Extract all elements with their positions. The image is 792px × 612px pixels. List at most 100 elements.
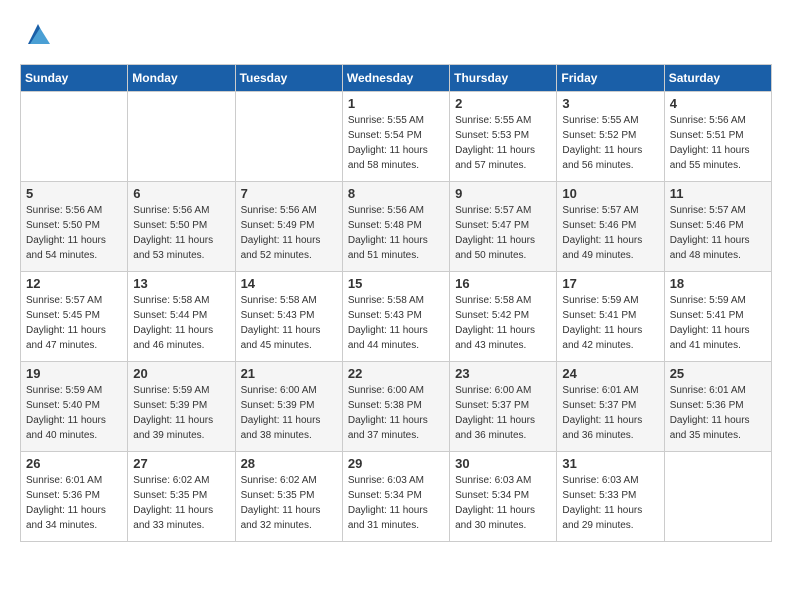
day-number: 3 [562,96,658,111]
day-number: 15 [348,276,444,291]
day-info: Sunrise: 5:59 AM Sunset: 5:41 PM Dayligh… [670,293,766,353]
day-number: 20 [133,366,229,381]
day-number: 26 [26,456,122,471]
header-thursday: Thursday [450,65,557,92]
calendar-cell: 27 Sunrise: 6:02 AM Sunset: 5:35 PM Dayli… [128,452,235,542]
day-info: Sunrise: 5:59 AM Sunset: 5:39 PM Dayligh… [133,383,229,443]
day-info: Sunrise: 6:00 AM Sunset: 5:39 PM Dayligh… [241,383,337,443]
day-number: 6 [133,186,229,201]
day-number: 21 [241,366,337,381]
day-number: 23 [455,366,551,381]
day-number: 7 [241,186,337,201]
day-number: 24 [562,366,658,381]
day-info: Sunrise: 6:03 AM Sunset: 5:33 PM Dayligh… [562,473,658,533]
calendar-cell: 24Sunrise: 6:01 AM Sunset: 5:37 PM Dayli… [557,362,664,452]
calendar-cell: 18 Sunrise: 5:59 AM Sunset: 5:41 PM Dayli… [664,272,771,362]
day-info: Sunrise: 5:55 AM Sunset: 5:53 PM Dayligh… [455,113,551,173]
day-number: 10 [562,186,658,201]
day-number: 13 [133,276,229,291]
header-saturday: Saturday [664,65,771,92]
calendar-header-row: SundayMondayTuesdayWednesdayThursdayFrid… [21,65,772,92]
day-number: 29 [348,456,444,471]
calendar-week-3: 19 Sunrise: 5:59 AM Sunset: 5:40 PM Dayli… [21,362,772,452]
calendar-cell: 3 Sunrise: 5:55 AM Sunset: 5:52 PM Daylig… [557,92,664,182]
day-info: Sunrise: 5:55 AM Sunset: 5:52 PM Dayligh… [562,113,658,173]
day-number: 9 [455,186,551,201]
calendar-cell: 19 Sunrise: 5:59 AM Sunset: 5:40 PM Dayli… [21,362,128,452]
calendar-cell: 29 Sunrise: 6:03 AM Sunset: 5:34 PM Dayli… [342,452,449,542]
day-info: Sunrise: 5:56 AM Sunset: 5:49 PM Dayligh… [241,203,337,263]
calendar-cell: 23 Sunrise: 6:00 AM Sunset: 5:37 PM Dayli… [450,362,557,452]
calendar-week-1: 5 Sunrise: 5:56 AM Sunset: 5:50 PM Daylig… [21,182,772,272]
calendar-cell: 14 Sunrise: 5:58 AM Sunset: 5:43 PM Dayli… [235,272,342,362]
day-number: 19 [26,366,122,381]
day-number: 31 [562,456,658,471]
calendar-cell: 25 Sunrise: 6:01 AM Sunset: 5:36 PM Dayli… [664,362,771,452]
day-number: 16 [455,276,551,291]
calendar-cell: 20 Sunrise: 5:59 AM Sunset: 5:39 PM Dayli… [128,362,235,452]
day-number: 14 [241,276,337,291]
day-info: Sunrise: 5:57 AM Sunset: 5:45 PM Dayligh… [26,293,122,353]
calendar-cell: 10 Sunrise: 5:57 AM Sunset: 5:46 PM Dayli… [557,182,664,272]
day-info: Sunrise: 6:01 AM Sunset: 5:36 PM Dayligh… [670,383,766,443]
day-info: Sunrise: 6:00 AM Sunset: 5:38 PM Dayligh… [348,383,444,443]
header-wednesday: Wednesday [342,65,449,92]
calendar-cell: 31 Sunrise: 6:03 AM Sunset: 5:33 PM Dayli… [557,452,664,542]
calendar-cell: 16 Sunrise: 5:58 AM Sunset: 5:42 PM Dayli… [450,272,557,362]
calendar-cell: 21 Sunrise: 6:00 AM Sunset: 5:39 PM Dayli… [235,362,342,452]
calendar-week-2: 12Sunrise: 5:57 AM Sunset: 5:45 PM Dayli… [21,272,772,362]
day-info: Sunrise: 6:03 AM Sunset: 5:34 PM Dayligh… [348,473,444,533]
calendar-cell: 9 Sunrise: 5:57 AM Sunset: 5:47 PM Daylig… [450,182,557,272]
calendar-cell: 12Sunrise: 5:57 AM Sunset: 5:45 PM Dayli… [21,272,128,362]
day-number: 30 [455,456,551,471]
day-info: Sunrise: 6:01 AM Sunset: 5:36 PM Dayligh… [26,473,122,533]
day-number: 22 [348,366,444,381]
day-info: Sunrise: 5:58 AM Sunset: 5:44 PM Dayligh… [133,293,229,353]
calendar-table: SundayMondayTuesdayWednesdayThursdayFrid… [20,64,772,542]
day-info: Sunrise: 5:56 AM Sunset: 5:50 PM Dayligh… [26,203,122,263]
day-info: Sunrise: 5:56 AM Sunset: 5:50 PM Dayligh… [133,203,229,263]
day-info: Sunrise: 5:58 AM Sunset: 5:43 PM Dayligh… [241,293,337,353]
day-number: 5 [26,186,122,201]
day-info: Sunrise: 5:55 AM Sunset: 5:54 PM Dayligh… [348,113,444,173]
calendar-cell: 5 Sunrise: 5:56 AM Sunset: 5:50 PM Daylig… [21,182,128,272]
day-number: 18 [670,276,766,291]
calendar-cell: 11 Sunrise: 5:57 AM Sunset: 5:46 PM Dayli… [664,182,771,272]
day-info: Sunrise: 6:00 AM Sunset: 5:37 PM Dayligh… [455,383,551,443]
calendar-week-0: 1 Sunrise: 5:55 AM Sunset: 5:54 PM Daylig… [21,92,772,182]
header-tuesday: Tuesday [235,65,342,92]
day-number: 8 [348,186,444,201]
day-info: Sunrise: 6:03 AM Sunset: 5:34 PM Dayligh… [455,473,551,533]
day-info: Sunrise: 6:02 AM Sunset: 5:35 PM Dayligh… [133,473,229,533]
day-number: 1 [348,96,444,111]
day-info: Sunrise: 5:57 AM Sunset: 5:46 PM Dayligh… [670,203,766,263]
calendar-cell [128,92,235,182]
day-number: 25 [670,366,766,381]
calendar-cell: 26 Sunrise: 6:01 AM Sunset: 5:36 PM Dayli… [21,452,128,542]
day-number: 27 [133,456,229,471]
day-info: Sunrise: 5:59 AM Sunset: 5:41 PM Dayligh… [562,293,658,353]
day-info: Sunrise: 5:58 AM Sunset: 5:43 PM Dayligh… [348,293,444,353]
day-info: Sunrise: 5:57 AM Sunset: 5:46 PM Dayligh… [562,203,658,263]
calendar-cell: 7 Sunrise: 5:56 AM Sunset: 5:49 PM Daylig… [235,182,342,272]
calendar-cell [21,92,128,182]
day-info: Sunrise: 5:56 AM Sunset: 5:48 PM Dayligh… [348,203,444,263]
calendar-week-4: 26 Sunrise: 6:01 AM Sunset: 5:36 PM Dayli… [21,452,772,542]
logo [20,20,52,48]
logo-icon [24,20,52,48]
day-info: Sunrise: 6:02 AM Sunset: 5:35 PM Dayligh… [241,473,337,533]
calendar-cell: 13 Sunrise: 5:58 AM Sunset: 5:44 PM Dayli… [128,272,235,362]
header-sunday: Sunday [21,65,128,92]
calendar-cell: 22 Sunrise: 6:00 AM Sunset: 5:38 PM Dayli… [342,362,449,452]
day-info: Sunrise: 5:59 AM Sunset: 5:40 PM Dayligh… [26,383,122,443]
calendar-cell [664,452,771,542]
calendar-cell: 1 Sunrise: 5:55 AM Sunset: 5:54 PM Daylig… [342,92,449,182]
calendar-cell: 17 Sunrise: 5:59 AM Sunset: 5:41 PM Dayli… [557,272,664,362]
day-info: Sunrise: 5:57 AM Sunset: 5:47 PM Dayligh… [455,203,551,263]
day-info: Sunrise: 5:58 AM Sunset: 5:42 PM Dayligh… [455,293,551,353]
calendar-cell [235,92,342,182]
page-header [20,20,772,48]
day-number: 17 [562,276,658,291]
day-number: 11 [670,186,766,201]
day-number: 28 [241,456,337,471]
